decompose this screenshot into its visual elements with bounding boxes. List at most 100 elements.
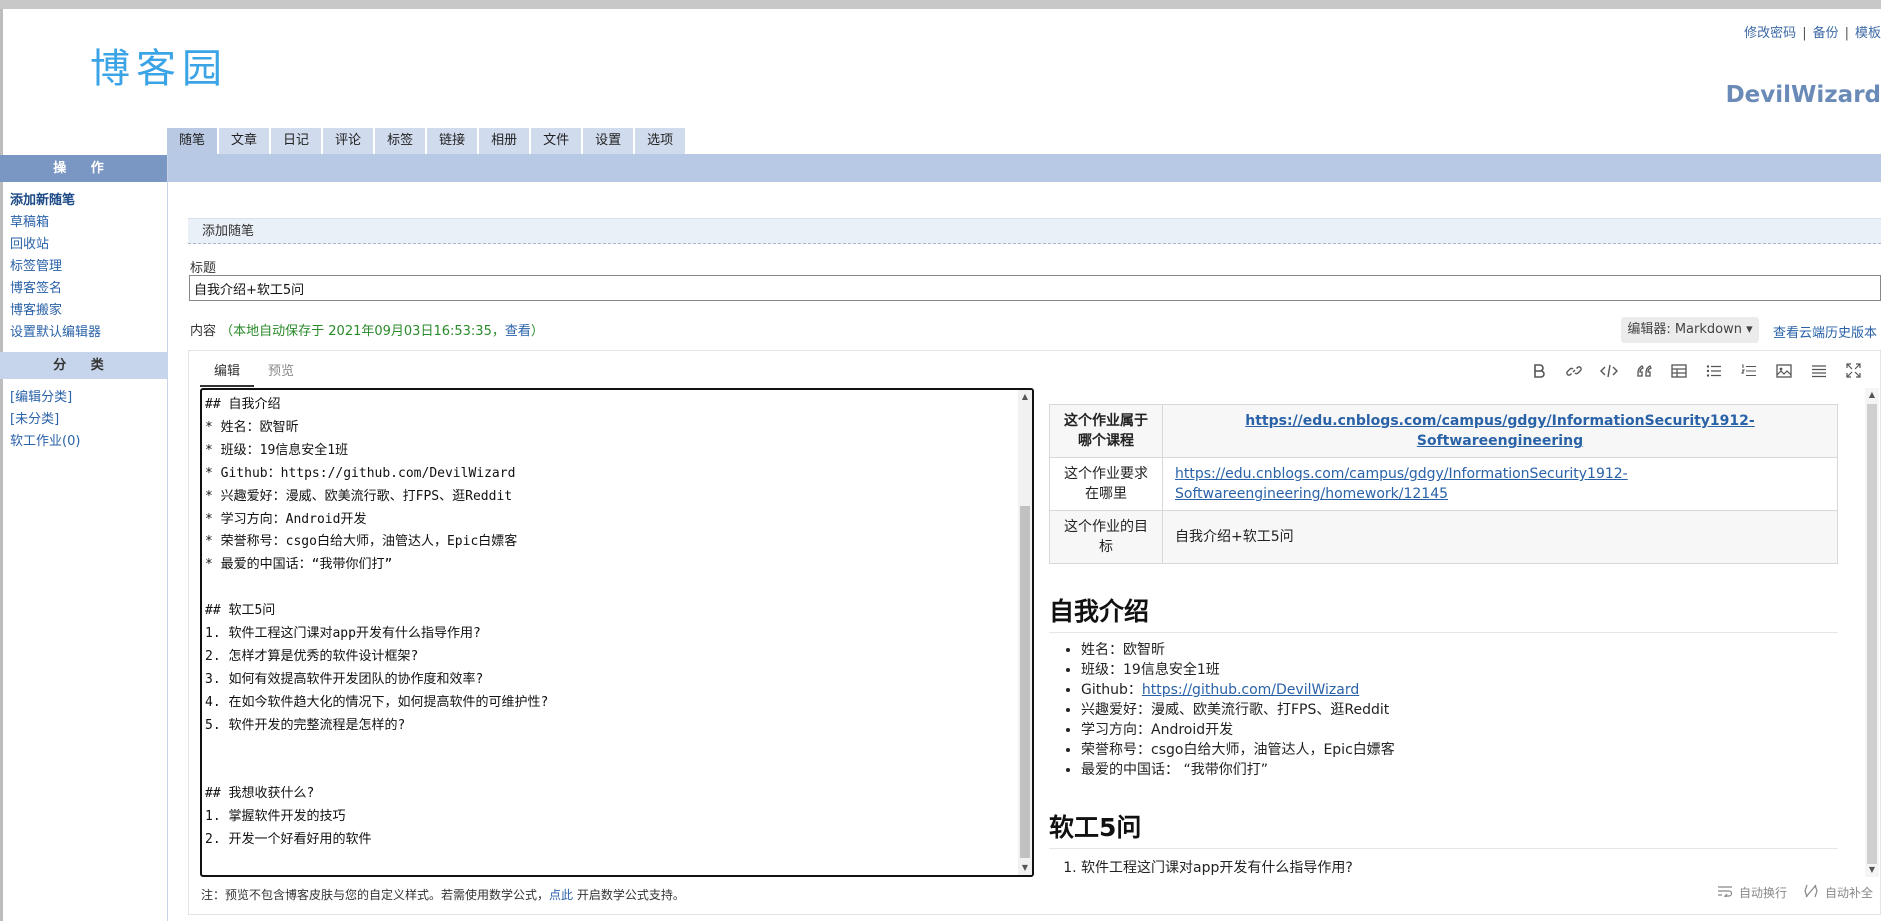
sidebar-item-add-post[interactable]: 添加新随笔 xyxy=(10,190,167,212)
site-logo[interactable]: 博客园 xyxy=(90,42,228,92)
scroll-down-icon[interactable]: ▼ xyxy=(1865,863,1879,877)
section-title: 添加随笔 xyxy=(188,218,1881,244)
math-enable-link[interactable]: 点此 xyxy=(549,888,573,902)
auto-complete-icon xyxy=(1803,884,1819,901)
editor-toolbar xyxy=(1528,360,1864,381)
scroll-up-icon[interactable]: ▲ xyxy=(1865,388,1879,402)
table-cell-key: 这个作业属于哪个课程 xyxy=(1049,404,1163,458)
tab-band xyxy=(167,154,1881,182)
unordered-list-icon[interactable] xyxy=(1703,360,1724,381)
editor-select[interactable]: 编辑器: Markdown ▾ xyxy=(1621,317,1759,343)
editor-scrollbar[interactable]: ▲ ▼ xyxy=(1018,390,1032,875)
preview-question-list: 软件工程这门课对app开发有什么指导作用? xyxy=(1081,858,1353,877)
note-text: 注：预览不包含博客皮肤与您的自定义样式。若需使用数学公式， xyxy=(201,888,550,902)
list-item: 荣誉称号：csgo白给大师，油管达人，Epic白嫖客 xyxy=(1081,740,1395,760)
preview-pane: 这个作业属于哪个课程 https://edu.cnblogs.com/campu… xyxy=(1037,388,1879,877)
sidebar-item-se-homework[interactable]: 软工作业(0) xyxy=(10,431,167,453)
auto-wrap-toggle[interactable]: 自动换行 xyxy=(1717,884,1787,901)
tab-albums[interactable]: 相册 xyxy=(479,128,530,154)
tab-comments[interactable]: 评论 xyxy=(323,128,374,154)
tab-posts[interactable]: 随笔 xyxy=(167,128,218,154)
sidebar-item-edit-category[interactable]: [编辑分类] xyxy=(10,387,167,409)
list-item: 最爱的中国话： “我带你们打” xyxy=(1081,760,1395,780)
table-cell-key: 这个作业的目标 xyxy=(1049,510,1163,564)
tab-links[interactable]: 链接 xyxy=(427,128,478,154)
markdown-text[interactable]: ## 自我介绍 * 姓名：欧智昕 * 班级：19信息安全1班 * Github：… xyxy=(205,394,548,852)
tab-preview[interactable]: 预览 xyxy=(254,359,308,385)
list-item: 兴趣爱好：漫威、欧美流行歌、打FPS、逛Reddit xyxy=(1081,700,1395,720)
editor-options: 自动换行 自动补全 xyxy=(1717,884,1873,901)
content-label-row: 内容 （本地自动保存于 2021年09月03日16:53:35，查看） xyxy=(190,320,544,339)
tab-settings[interactable]: 设置 xyxy=(583,128,634,154)
table-row: 这个作业属于哪个课程 https://edu.cnblogs.com/campu… xyxy=(1049,404,1838,458)
sidebar-item-blog-move[interactable]: 博客搬家 xyxy=(10,300,167,322)
tab-options[interactable]: 选项 xyxy=(635,128,686,154)
homework-table: 这个作业属于哪个课程 https://edu.cnblogs.com/campu… xyxy=(1049,404,1838,564)
table-cell-key: 这个作业要求在哪里 xyxy=(1049,457,1163,511)
preview-scroll-thumb[interactable] xyxy=(1867,404,1877,864)
top-links: 修改密码 | 备份 | 模板 xyxy=(1744,26,1881,41)
autosave-view-link[interactable]: 查看 xyxy=(505,324,531,339)
editor-select-label: 编辑器: Markdown xyxy=(1627,322,1742,337)
caret-down-icon: ▾ xyxy=(1746,322,1753,337)
homework-link[interactable]: https://edu.cnblogs.com/campus/gdgy/Info… xyxy=(1175,466,1628,502)
sidebar-item-drafts[interactable]: 草稿箱 xyxy=(10,212,167,234)
sidebar-category-list: [编辑分类] [未分类] 软工作业(0) xyxy=(0,379,167,461)
sidebar-item-tag-manage[interactable]: 标签管理 xyxy=(10,256,167,278)
table-icon[interactable] xyxy=(1668,360,1689,381)
sidebar-ops-list: 添加新随笔 草稿箱 回收站 标签管理 博客签名 博客搬家 设置默认编辑器 xyxy=(0,182,167,352)
window-top-bar xyxy=(0,0,1881,9)
backup-link[interactable]: 备份 xyxy=(1813,26,1839,41)
scroll-down-icon[interactable]: ▼ xyxy=(1018,861,1032,875)
sidebar: 操 作 添加新随笔 草稿箱 回收站 标签管理 博客签名 博客搬家 设置默认编辑器… xyxy=(0,155,168,921)
github-link[interactable]: https://github.com/DevilWizard xyxy=(1142,682,1359,698)
tab-diary[interactable]: 日记 xyxy=(271,128,322,154)
tab-files[interactable]: 文件 xyxy=(531,128,582,154)
list-item: 学习方向：Android开发 xyxy=(1081,720,1395,740)
ordered-list-icon[interactable] xyxy=(1738,360,1759,381)
sidebar-item-recycle-bin[interactable]: 回收站 xyxy=(10,234,167,256)
note-text-end: 开启数学公式支持。 xyxy=(573,888,685,902)
image-icon[interactable] xyxy=(1773,360,1794,381)
markdown-editor[interactable]: ## 自我介绍 * 姓名：欧智昕 * 班级：19信息安全1班 * Github：… xyxy=(200,388,1034,877)
fullscreen-icon[interactable] xyxy=(1843,360,1864,381)
tab-articles[interactable]: 文章 xyxy=(219,128,270,154)
editor-mode-tabs: 编辑 预览 xyxy=(200,359,308,387)
preview-scrollbar[interactable]: ▲ ▼ xyxy=(1865,388,1879,877)
list-item: 班级：19信息安全1班 xyxy=(1081,660,1395,680)
sidebar-item-uncategorized[interactable]: [未分类] xyxy=(10,409,167,431)
title-input[interactable] xyxy=(189,275,1881,301)
sidebar-item-default-editor[interactable]: 设置默认编辑器 xyxy=(10,322,167,344)
change-password-link[interactable]: 修改密码 xyxy=(1744,26,1796,41)
scroll-up-icon[interactable]: ▲ xyxy=(1018,390,1032,404)
course-link[interactable]: https://edu.cnblogs.com/campus/gdgy/Info… xyxy=(1245,413,1754,449)
preview-heading-intro: 自我介绍 xyxy=(1049,592,1838,633)
auto-complete-label: 自动补全 xyxy=(1824,886,1873,900)
template-link[interactable]: 模板 xyxy=(1855,26,1881,41)
cloud-history-link[interactable]: 查看云端历史版本 xyxy=(1773,322,1877,341)
table-row: 这个作业要求在哪里 https://edu.cnblogs.com/campus… xyxy=(1049,457,1838,511)
bold-icon[interactable] xyxy=(1528,360,1549,381)
title-label: 标题 xyxy=(190,261,217,276)
quote-icon[interactable] xyxy=(1633,360,1654,381)
table-cell-value: 自我介绍+软工5问 xyxy=(1162,510,1838,564)
list-item: 软件工程这门课对app开发有什么指导作用? xyxy=(1081,858,1353,877)
tab-tags[interactable]: 标签 xyxy=(375,128,426,154)
preview-note: 注：预览不包含博客皮肤与您的自定义样式。若需使用数学公式，点此 开启数学公式支持… xyxy=(201,886,685,903)
preview-heading-questions: 软工5问 xyxy=(1049,808,1838,849)
auto-wrap-label: 自动换行 xyxy=(1738,886,1787,900)
logo-text: 博客园 xyxy=(90,46,228,92)
blog-username[interactable]: DevilWizard xyxy=(1726,82,1881,108)
sidebar-item-signature[interactable]: 博客签名 xyxy=(10,278,167,300)
wrap-icon xyxy=(1717,885,1733,900)
link-icon[interactable] xyxy=(1563,360,1584,381)
editor-scroll-thumb[interactable] xyxy=(1020,506,1030,858)
auto-complete-toggle[interactable]: 自动补全 xyxy=(1803,884,1873,901)
align-icon[interactable] xyxy=(1808,360,1829,381)
tab-edit[interactable]: 编辑 xyxy=(200,359,255,387)
main-tabs: 随笔 文章 日记 评论 标签 链接 相册 文件 设置 选项 xyxy=(167,128,686,154)
table-row: 这个作业的目标 自我介绍+软工5问 xyxy=(1049,510,1838,564)
list-item-label: Github： xyxy=(1081,682,1142,698)
code-icon[interactable] xyxy=(1598,360,1619,381)
autosave-text: （本地自动保存于 2021年09月03日16:53:35， xyxy=(220,324,505,339)
